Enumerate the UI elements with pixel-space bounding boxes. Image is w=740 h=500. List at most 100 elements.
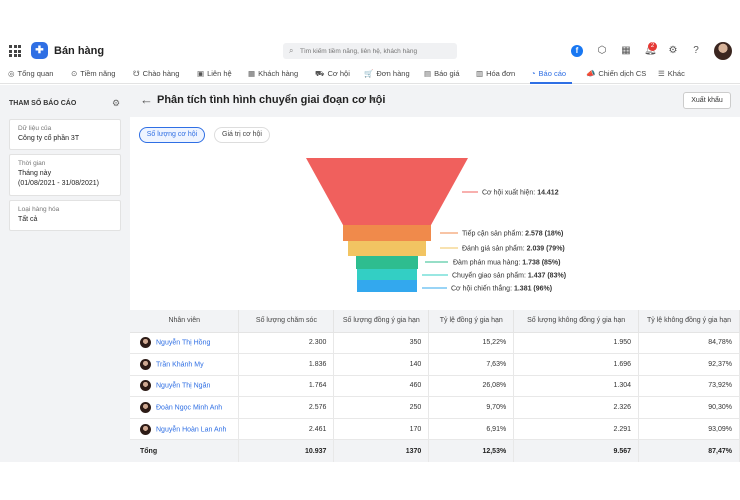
megaphone-icon: 📣 [586,69,596,78]
nav-label: Chào hàng [142,69,180,78]
table-cell: 2.461 [238,418,335,441]
time-label: Thời gian [18,160,46,167]
offers-icon: ☋ [133,69,140,78]
funnel-stage-label: Tiếp cận sản phẩm: 2.578 (18%) [462,229,563,238]
nav-item-reports[interactable]: ◔ Báo cáo [531,69,566,78]
nav-label: Cơ hội [327,69,350,78]
nav-item-overview[interactable]: ◎ Tổng quan [8,69,53,78]
app-title: Bán hàng [54,45,105,57]
data-source-card[interactable]: Dữ liệu của Công ty cổ phần 3T [9,119,121,150]
nav-label: Báo cáo [538,69,567,78]
col-header[interactable]: Nhân viên [130,310,240,333]
funnel-stage-label: Cơ hội xuất hiện: 14.412 [482,188,559,197]
time-card[interactable]: Thời gian Tháng này (01/08/2021 - 31/08/… [9,154,121,196]
nav-item-opportunities[interactable]: ⛟ Cơ hội [315,69,350,79]
table-cell: 170 [333,418,430,441]
total-cell: 9.567 [513,439,640,462]
refresh-icon[interactable]: ⟲ [370,95,378,106]
funnel-stage-label: Đàm phán mua hàng: 1.738 (85%) [453,260,560,267]
funnel-chart: Cơ hội xuất hiện: 14.412 Tiếp cận sản phẩ… [306,158,566,293]
help-icon[interactable]: ? [690,45,702,57]
data-source-value: Công ty cổ phần 3T [18,135,80,142]
nav-item-leads[interactable]: ⊙ Tiềm năng [71,69,115,78]
data-table: Nhân viên Số lượng chăm sóc Số lượng đồn… [130,310,740,462]
nav-label: Khách hàng [258,69,299,78]
avatar [140,402,151,414]
avatar[interactable] [714,42,732,60]
funnel-stage-label: Đánh giá sản phẩm: 2.039 (79%) [462,245,565,253]
col-header[interactable]: Số lượng đồng ý gia hạn [333,310,430,333]
table-cell: 92,37% [638,353,740,376]
nav-label: Đơn hàng [376,69,410,78]
employee-cell[interactable]: Đoàn Ngọc Minh Anh [130,396,240,419]
gear-icon[interactable]: ⚙ [667,45,679,57]
apps-grid-icon[interactable] [9,45,21,57]
tab-opportunity-count[interactable]: Số lượng cơ hội [139,127,205,143]
nav-label: Khác [667,69,685,78]
goods-type-value: Tất cả [18,216,38,223]
avatar [140,380,151,392]
col-header[interactable]: Số lượng không đồng ý gia hạn [513,310,640,333]
col-header[interactable]: Tỷ lệ đồng ý gia hạn [428,310,515,333]
employee-name[interactable]: Trần Khánh My [156,361,204,368]
funnel-stage[interactable] [356,256,418,269]
employee-cell[interactable]: Trần Khánh My [130,353,240,376]
funnel-stage[interactable] [348,241,426,256]
total-cell: 87,47% [638,439,740,462]
top-header: ✚ Bán hàng ⌕ f ⬡ ▦ 🔔︎ 2 ⚙ ? [0,37,740,65]
time-value: Tháng này [18,170,52,177]
col-header[interactable]: Số lượng chăm sóc [238,310,335,333]
funnel-stage[interactable] [357,269,417,280]
nav-item-orders[interactable]: 🛒 Đơn hàng [364,69,410,78]
facebook-icon[interactable]: f [571,45,583,57]
search-box[interactable]: ⌕ [283,43,457,59]
employee-name[interactable]: Nguyễn Thị Hồng [156,340,210,347]
table-row: Đoàn Ngọc Minh Anh 2.576 250 9,70% 2.326… [130,396,740,419]
col-header[interactable]: Tỷ lệ không đồng ý gia hạn [638,310,740,333]
export-button[interactable]: Xuất khẩu [683,92,731,109]
back-arrow-icon[interactable]: ← [140,92,153,107]
nav-label: Báo giá [434,69,460,78]
employee-name[interactable]: Nguyễn Thị Ngân [156,383,210,390]
nav-item-quotes[interactable]: ▤ Báo giá [424,69,460,78]
funnel-stage[interactable] [357,280,417,292]
notification-badge: 2 [648,42,657,51]
table-cell: 1.764 [238,375,335,398]
time-range: (01/08/2021 - 31/08/2021) [18,180,99,187]
funnel-stage[interactable] [306,158,468,225]
nav-item-customers[interactable]: ▦ Khách hàng [248,69,298,78]
overview-icon: ◎ [8,69,15,78]
table-row: Trần Khánh My 1.836 140 7,63% 1.696 92,3… [130,353,740,376]
table-cell: 15,22% [428,332,515,355]
employee-name[interactable]: Đoàn Ngọc Minh Anh [156,404,222,411]
nav-label: Tiềm năng [80,69,116,78]
table-row: Nguyễn Thị Ngân 1.764 460 26,08% 1.304 7… [130,375,740,398]
nav-item-offers[interactable]: ☋ Chào hàng [133,69,179,78]
employee-cell[interactable]: Nguyễn Thị Ngân [130,375,240,398]
nav-item-invoices[interactable]: ▥ Hóa đơn [476,69,515,78]
nav-item-contacts[interactable]: ▣ Liên hệ [197,69,232,78]
calendar-icon[interactable]: ▦ [620,45,632,57]
table-cell: 84,78% [638,332,740,355]
search-input[interactable] [300,45,450,57]
table-cell: 1.836 [238,353,335,376]
nav-item-campaigns[interactable]: 📣 Chiến dịch CS [586,69,646,78]
nav-label: Tổng quan [17,69,54,78]
title-bar: ← Phân tích tình hình chuyển giai đoạn c… [130,85,740,117]
table-cell: 1.950 [513,332,640,355]
goods-type-card[interactable]: Loại hàng hóa Tất cả [9,200,121,231]
table-cell: 250 [333,396,430,419]
menu-icon: ☰ [658,69,665,78]
tab-opportunity-value[interactable]: Giá trị cơ hội [214,127,270,143]
settings-gear-icon[interactable]: ⚙ [112,98,120,109]
total-cell: 12,53% [428,439,515,462]
table-cell: 1.696 [513,353,640,376]
nav-item-more[interactable]: ☰ Khác [658,69,685,78]
funnel-stage-label: Cơ hội chiến thắng: 1.381 (96%) [451,284,552,293]
employee-cell[interactable]: Nguyễn Hoàn Lan Anh [130,418,240,441]
employee-cell[interactable]: Nguyễn Thị Hồng [130,332,240,355]
table-cell: 73,92% [638,375,740,398]
cube-icon[interactable]: ⬡ [596,45,608,57]
funnel-stage[interactable] [343,225,431,241]
employee-name[interactable]: Nguyễn Hoàn Lan Anh [156,426,226,433]
